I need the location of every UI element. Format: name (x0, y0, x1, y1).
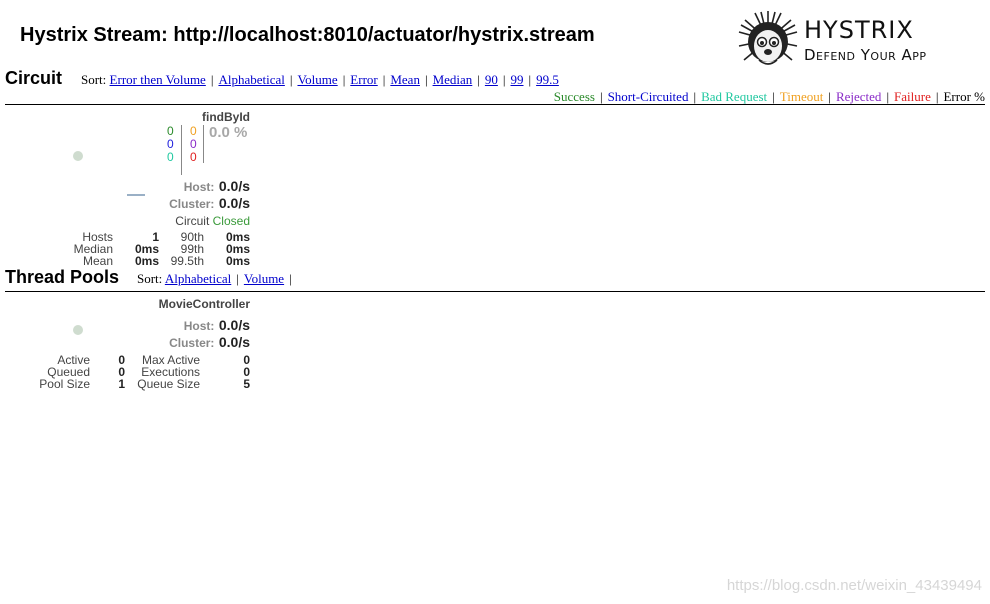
host-rate-label: Host: (183, 180, 215, 194)
thread-pools-heading: Thread Pools (5, 267, 120, 287)
pool-health-circle (73, 325, 83, 335)
sort-label: Sort: (81, 72, 107, 87)
pool-sort-alphabetical[interactable]: Alphabetical (165, 271, 231, 286)
logo-tagline: Defend Your App (804, 46, 927, 64)
host-rate-value: 0.0/s (218, 178, 250, 194)
sort-error[interactable]: Error (350, 72, 377, 87)
sort-error-then-volume[interactable]: Error then Volume (110, 72, 206, 87)
thread-pools-sort-bar: Sort: Alphabetical | Volume | (137, 271, 292, 286)
circuit-divider (5, 104, 985, 105)
status-legend: Success | Short-Circuited | Bad Request | Time… (553, 89, 985, 104)
logo-name: HYSTRIX (804, 16, 914, 44)
health-circle (73, 151, 83, 161)
pool-host-rate-value: 0.0/s (218, 317, 250, 333)
stat-mean-label: Mean (82, 254, 113, 268)
legend-bad-request: Bad Request (701, 89, 768, 104)
circuit-sort-bar: Sort: Error then Volume | Alphabetical | Vol… (81, 72, 559, 87)
sort-99-5[interactable]: 99.5 (536, 72, 559, 87)
stat-pool-size-label: Pool Size (39, 377, 90, 391)
legend-short-circuited: Short-Circuited (607, 89, 689, 104)
cluster-rate: Cluster: 0.0/s (169, 195, 250, 213)
error-percentage: 0.0 % (209, 124, 248, 141)
legend-rejected: Rejected (835, 89, 882, 104)
thread-pools-divider (5, 291, 985, 292)
rate-sparkline (127, 194, 145, 196)
stat-pool-size-value: 1 (118, 377, 125, 391)
counts-divider-left (181, 125, 182, 175)
sort-median[interactable]: Median (433, 72, 473, 87)
stat-queue-size-value: 5 (243, 377, 250, 391)
legend-failure: Failure (894, 89, 931, 104)
sort-volume[interactable]: Volume (297, 72, 337, 87)
host-rate: Host: 0.0/s (184, 178, 250, 196)
counts-divider-right (203, 125, 204, 163)
legend-success: Success (553, 89, 595, 104)
porcupine-icon (738, 11, 798, 65)
sort-90[interactable]: 90 (485, 72, 498, 87)
pool-sort-volume[interactable]: Volume (244, 271, 284, 286)
cluster-rate-label: Cluster: (169, 197, 215, 211)
pool-cluster-rate-value: 0.0/s (218, 334, 250, 350)
stat-queue-size-label: Queue Size (137, 377, 200, 391)
stat-99-5th-value: 0ms (225, 254, 250, 268)
sort-mean[interactable]: Mean (390, 72, 420, 87)
sort-alphabetical[interactable]: Alphabetical (218, 72, 284, 87)
pool-name: MovieController (158, 297, 250, 311)
pool-cluster-rate-label: Cluster: (169, 336, 215, 350)
circuit-status-label: Circuit (175, 214, 210, 228)
hystrix-logo: HYSTRIX Defend Your App (737, 10, 987, 70)
sort-label: Sort: (137, 271, 163, 286)
hystrix-dashboard: Hystrix Stream: http://localhost:8010/ac… (0, 0, 990, 604)
watermark: https://blog.csdn.net/weixin_43439494 (726, 577, 982, 594)
page-title: Hystrix Stream: http://localhost:8010/ac… (20, 24, 595, 46)
stat-99-5th-label: 99.5th (170, 254, 204, 268)
circuit-status-value: Closed (212, 214, 250, 228)
circuit-heading: Circuit (5, 68, 63, 88)
cluster-rate-value: 0.0/s (218, 195, 250, 211)
legend-error-percent: Error % (943, 89, 985, 104)
count-bad-request: 0 (167, 150, 174, 164)
count-failure: 0 (190, 150, 197, 164)
circuit-status: Circuit Closed (175, 214, 250, 228)
stat-mean-value: 0ms (134, 254, 159, 268)
sort-99[interactable]: 99 (511, 72, 524, 87)
legend-timeout: Timeout (779, 89, 824, 104)
pool-host-rate-label: Host: (183, 319, 215, 333)
pool-cluster-rate: Cluster: 0.0/s (169, 334, 250, 352)
pool-host-rate: Host: 0.0/s (184, 317, 250, 335)
monitor-name: findById (202, 110, 250, 124)
